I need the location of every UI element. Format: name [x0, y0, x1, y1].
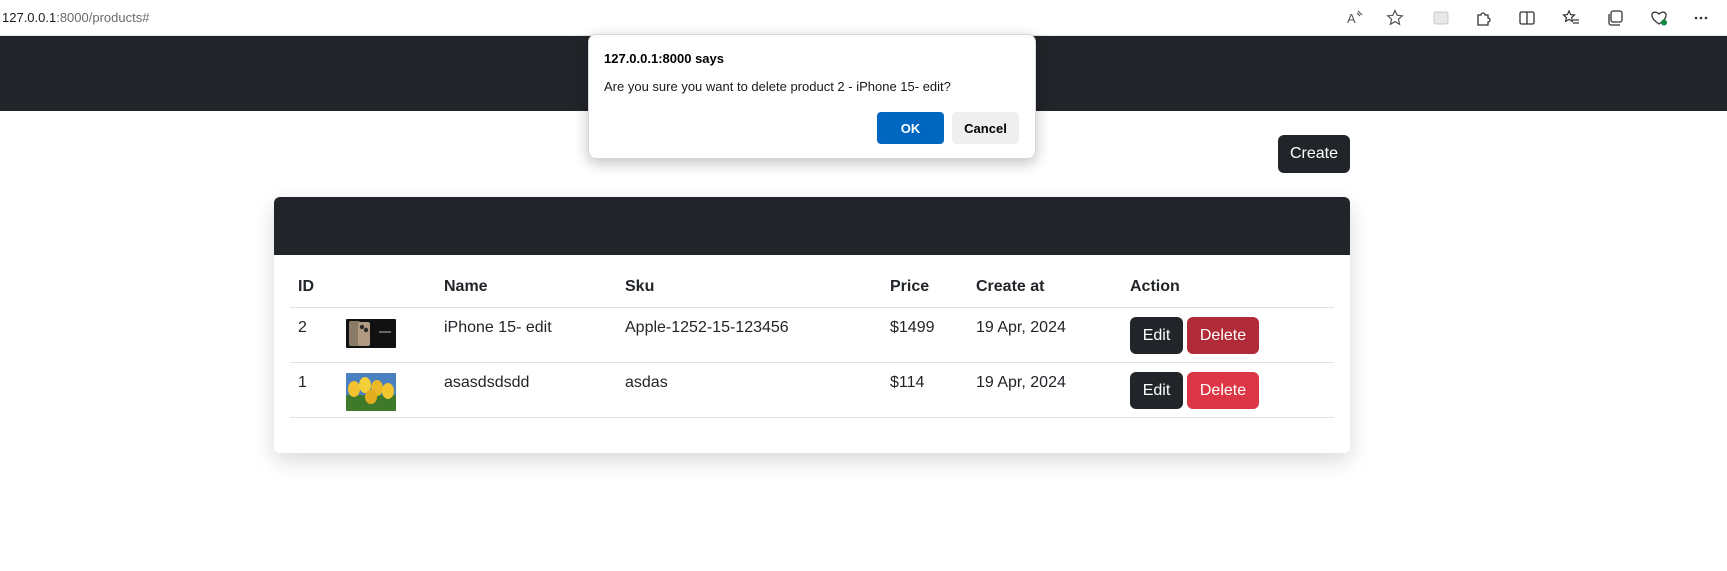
tulips-thumbnail: [346, 373, 396, 411]
product-price: $1499: [890, 319, 935, 336]
cancel-button[interactable]: Cancel: [952, 112, 1019, 144]
table-row: 1 asasdsdsdd asdas $114 19 Apr, 2024 Edi…: [290, 363, 1334, 418]
card-header: [274, 197, 1350, 255]
dialog-message: Are you sure you want to delete product …: [604, 79, 951, 94]
product-created: 19 Apr, 2024: [976, 319, 1066, 336]
product-sku: Apple-1252-15-123456: [625, 319, 789, 336]
product-id: 1: [298, 374, 307, 391]
edit-button[interactable]: Edit: [1130, 372, 1183, 409]
create-button[interactable]: Create: [1278, 135, 1350, 173]
favorite-star-icon[interactable]: [1385, 8, 1405, 28]
product-actions: Edit Delete: [1130, 363, 1259, 417]
products-table: ID Name Sku Price Create at Action 2 iPh…: [290, 255, 1334, 418]
product-actions: Edit Delete: [1130, 308, 1259, 362]
table-header-row: ID Name Sku Price Create at Action: [290, 255, 1334, 308]
extensions-icon[interactable]: [1473, 8, 1493, 28]
phone-thumbnail: [346, 319, 396, 348]
product-image: [346, 363, 396, 417]
product-name: iPhone 15- edit: [444, 319, 552, 336]
ok-button[interactable]: OK: [877, 112, 944, 144]
browser-toolbar: 127.0.0.1:8000/products# A: [0, 0, 1727, 36]
collections-icon[interactable]: [1605, 8, 1625, 28]
browser-essentials-icon[interactable]: [1649, 8, 1669, 28]
edit-button[interactable]: Edit: [1130, 317, 1183, 354]
product-created: 19 Apr, 2024: [976, 374, 1066, 391]
products-card: ID Name Sku Price Create at Action 2 iPh…: [274, 197, 1350, 453]
split-screen-icon[interactable]: [1517, 8, 1537, 28]
product-id: 2: [298, 319, 307, 336]
delete-button[interactable]: Delete: [1187, 372, 1259, 409]
address-bar[interactable]: 127.0.0.1:8000/products#: [2, 10, 149, 25]
svg-text:A: A: [1347, 11, 1356, 26]
header-sku: Sku: [625, 278, 655, 295]
table-row: 2 iPhone 15- edit Apple-1252-15-123456 $…: [290, 308, 1334, 363]
extension-placeholder-icon[interactable]: [1431, 8, 1451, 28]
header-name: Name: [444, 278, 488, 295]
header-create-at: Create at: [976, 278, 1045, 295]
delete-button[interactable]: Delete: [1187, 317, 1259, 354]
confirm-dialog: 127.0.0.1:8000 says Are you sure you wan…: [588, 34, 1036, 159]
favorites-icon[interactable]: [1561, 8, 1581, 28]
product-image: [346, 308, 396, 362]
header-action: Action: [1130, 278, 1180, 295]
product-sku: asdas: [625, 374, 668, 391]
url-path: :8000/products#: [56, 10, 150, 25]
product-name: asasdsdsdd: [444, 374, 530, 391]
read-aloud-icon[interactable]: A: [1345, 8, 1365, 28]
header-price: Price: [890, 278, 930, 295]
dialog-title: 127.0.0.1:8000 says: [604, 51, 724, 66]
url-host: 127.0.0.1: [2, 10, 57, 25]
more-icon[interactable]: [1691, 8, 1711, 28]
header-id: ID: [298, 278, 314, 295]
product-price: $114: [890, 374, 925, 391]
